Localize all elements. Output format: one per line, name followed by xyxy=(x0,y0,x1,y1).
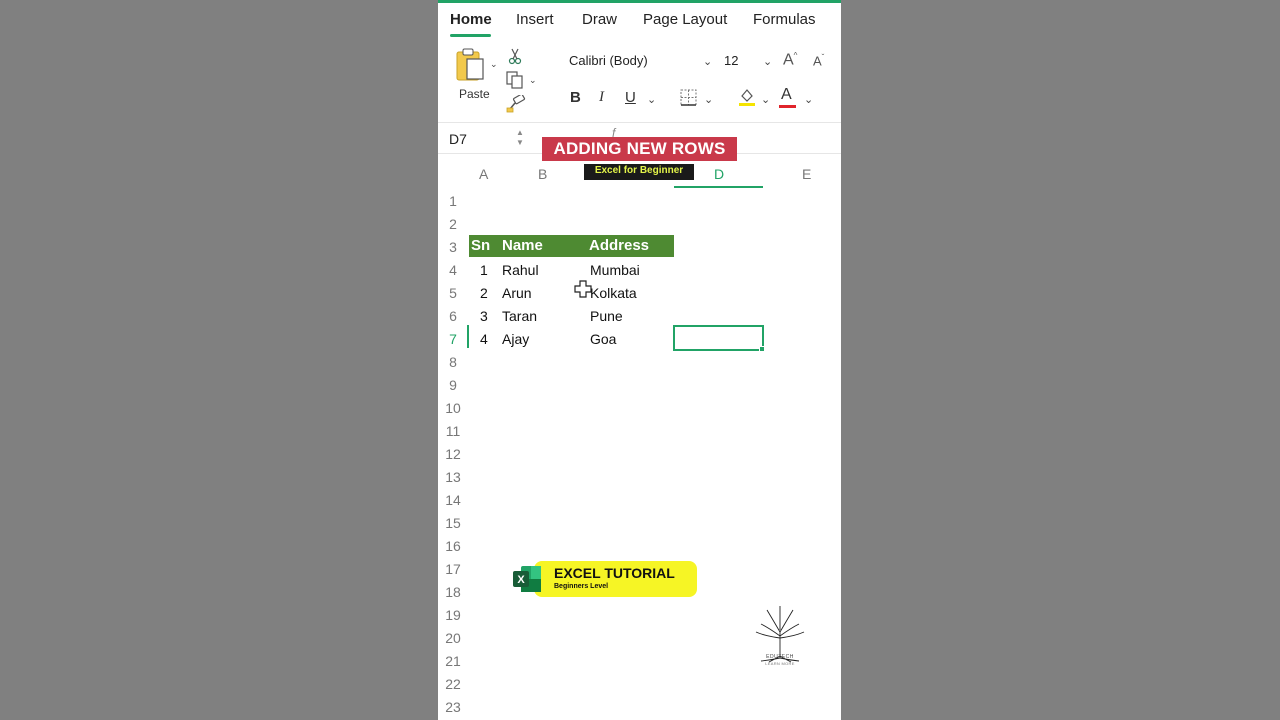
fill-handle[interactable] xyxy=(759,346,765,352)
cell-name[interactable]: Arun xyxy=(502,285,532,301)
tutorial-title: EXCEL TUTORIAL xyxy=(554,565,675,581)
cell-name[interactable]: Rahul xyxy=(502,262,539,278)
grow-font-button[interactable]: A^ xyxy=(783,51,797,69)
tab-home[interactable]: Home xyxy=(450,11,492,28)
cell-cursor-icon xyxy=(574,280,592,298)
font-color-dropdown-icon[interactable]: ⌄ xyxy=(804,93,813,106)
cell-sn[interactable]: 1 xyxy=(480,262,488,278)
row-header[interactable]: 1 xyxy=(438,193,468,209)
row-header[interactable]: 10 xyxy=(438,400,468,416)
brand-caption: EDUTECH xyxy=(766,654,794,660)
column-header-e[interactable]: E xyxy=(802,166,811,182)
row-header[interactable]: 3 xyxy=(438,239,468,255)
name-box-stepper-icon[interactable]: ▲ ▼ xyxy=(516,128,524,148)
row-header[interactable]: 14 xyxy=(438,492,468,508)
video-title: ADDING NEW ROWS xyxy=(553,139,726,158)
font-name-dropdown-icon[interactable]: ⌄ xyxy=(703,55,712,68)
row-header[interactable]: 16 xyxy=(438,538,468,554)
cell-sn[interactable]: 4 xyxy=(480,331,488,347)
font-color-button[interactable]: A xyxy=(781,86,792,104)
cell-sn[interactable]: 2 xyxy=(480,285,488,301)
row-header[interactable]: 21 xyxy=(438,653,468,669)
video-subtitle-banner: Excel for Beginner xyxy=(584,164,694,180)
font-color-swatch xyxy=(779,105,796,108)
font-name-select[interactable]: Calibri (Body) xyxy=(569,53,648,68)
column-header-d[interactable]: D xyxy=(714,166,724,182)
grow-font-letter: A xyxy=(783,51,794,69)
row-header[interactable]: 22 xyxy=(438,676,468,692)
ribbon-tabs: Home Insert Draw Page Layout Formulas xyxy=(438,3,841,37)
header-cell-name[interactable]: Name xyxy=(502,237,543,254)
cell-address[interactable]: Kolkata xyxy=(590,285,637,301)
excel-app-window: Home Insert Draw Page Layout Formulas ⌄ … xyxy=(438,0,841,720)
paste-label: Paste xyxy=(459,87,490,101)
header-cell-sn[interactable]: Sn xyxy=(471,237,490,254)
row-header[interactable]: 20 xyxy=(438,630,468,646)
video-title-banner: ADDING NEW ROWS xyxy=(542,137,737,161)
brand-subcaption: LEARN MORE xyxy=(765,661,795,666)
tab-formulas[interactable]: Formulas xyxy=(753,11,816,28)
row-header[interactable]: 17 xyxy=(438,561,468,577)
italic-button[interactable]: I xyxy=(599,89,604,106)
paste-dropdown-icon[interactable]: ⌄ xyxy=(490,59,498,70)
borders-dropdown-icon[interactable]: ⌄ xyxy=(704,93,713,106)
cell-name[interactable]: Taran xyxy=(502,308,537,324)
shrink-font-button[interactable]: Aˇ xyxy=(813,53,824,68)
row-header[interactable]: 13 xyxy=(438,469,468,485)
borders-icon[interactable] xyxy=(680,89,697,106)
underline-button[interactable]: U xyxy=(625,89,636,106)
cell-name[interactable]: Ajay xyxy=(502,331,529,347)
cell-address[interactable]: Goa xyxy=(590,331,616,347)
row-header[interactable]: 9 xyxy=(438,377,468,393)
tab-page-layout[interactable]: Page Layout xyxy=(643,11,727,28)
row-header[interactable]: 5 xyxy=(438,285,468,301)
svg-text:X: X xyxy=(517,574,525,586)
video-subtitle: Excel for Beginner xyxy=(594,165,684,176)
shrink-font-letter: A xyxy=(813,53,822,69)
row-header[interactable]: 12 xyxy=(438,446,468,462)
underline-dropdown-icon[interactable]: ⌄ xyxy=(647,93,656,106)
column-header-a[interactable]: A xyxy=(479,166,488,182)
row-header[interactable]: 15 xyxy=(438,515,468,531)
row-header[interactable]: 23 xyxy=(438,699,468,715)
cell-address[interactable]: Mumbai xyxy=(590,262,640,278)
active-column-indicator xyxy=(674,186,763,188)
row-header[interactable]: 19 xyxy=(438,607,468,623)
row-header[interactable]: 2 xyxy=(438,216,468,232)
row-header[interactable]: 18 xyxy=(438,584,468,600)
row-header[interactable]: 4 xyxy=(438,262,468,278)
selected-cell-d7[interactable] xyxy=(673,325,764,351)
tutorial-subtitle: Beginners Level xyxy=(554,583,609,590)
tab-insert[interactable]: Insert xyxy=(516,11,554,28)
tab-draw[interactable]: Draw xyxy=(582,11,617,28)
row-header[interactable]: 6 xyxy=(438,308,468,324)
column-header-b[interactable]: B xyxy=(538,166,547,182)
font-color-letter: A xyxy=(781,86,792,103)
font-size-dropdown-icon[interactable]: ⌄ xyxy=(763,55,772,68)
fill-color-dropdown-icon[interactable]: ⌄ xyxy=(761,93,770,106)
copy-icon[interactable] xyxy=(506,71,524,89)
format-painter-icon[interactable] xyxy=(506,95,526,113)
cell-address[interactable]: Pune xyxy=(590,308,623,324)
row-header[interactable]: 7 xyxy=(438,331,468,347)
home-ribbon: ⌄ Paste ⌄ Calibri (Body) ⌄ 12 ⌄ A^ Aˇ B … xyxy=(438,37,841,122)
cell-sn[interactable]: 3 xyxy=(480,308,488,324)
excel-logo-icon: X xyxy=(513,566,541,592)
cut-icon[interactable] xyxy=(508,47,522,65)
copy-dropdown-icon[interactable]: ⌄ xyxy=(529,75,537,86)
row-header[interactable]: 8 xyxy=(438,354,468,370)
name-box[interactable]: D7 xyxy=(449,131,467,147)
active-row-indicator xyxy=(467,325,469,348)
fill-color-icon[interactable] xyxy=(738,87,756,107)
header-cell-address[interactable]: Address xyxy=(589,237,649,254)
bold-button[interactable]: B xyxy=(570,89,581,106)
excel-tutorial-badge: X EXCEL TUTORIAL Beginners Level xyxy=(512,559,697,599)
paste-icon[interactable] xyxy=(455,47,487,83)
row-header[interactable]: 11 xyxy=(438,423,468,439)
font-size-select[interactable]: 12 xyxy=(724,53,738,68)
